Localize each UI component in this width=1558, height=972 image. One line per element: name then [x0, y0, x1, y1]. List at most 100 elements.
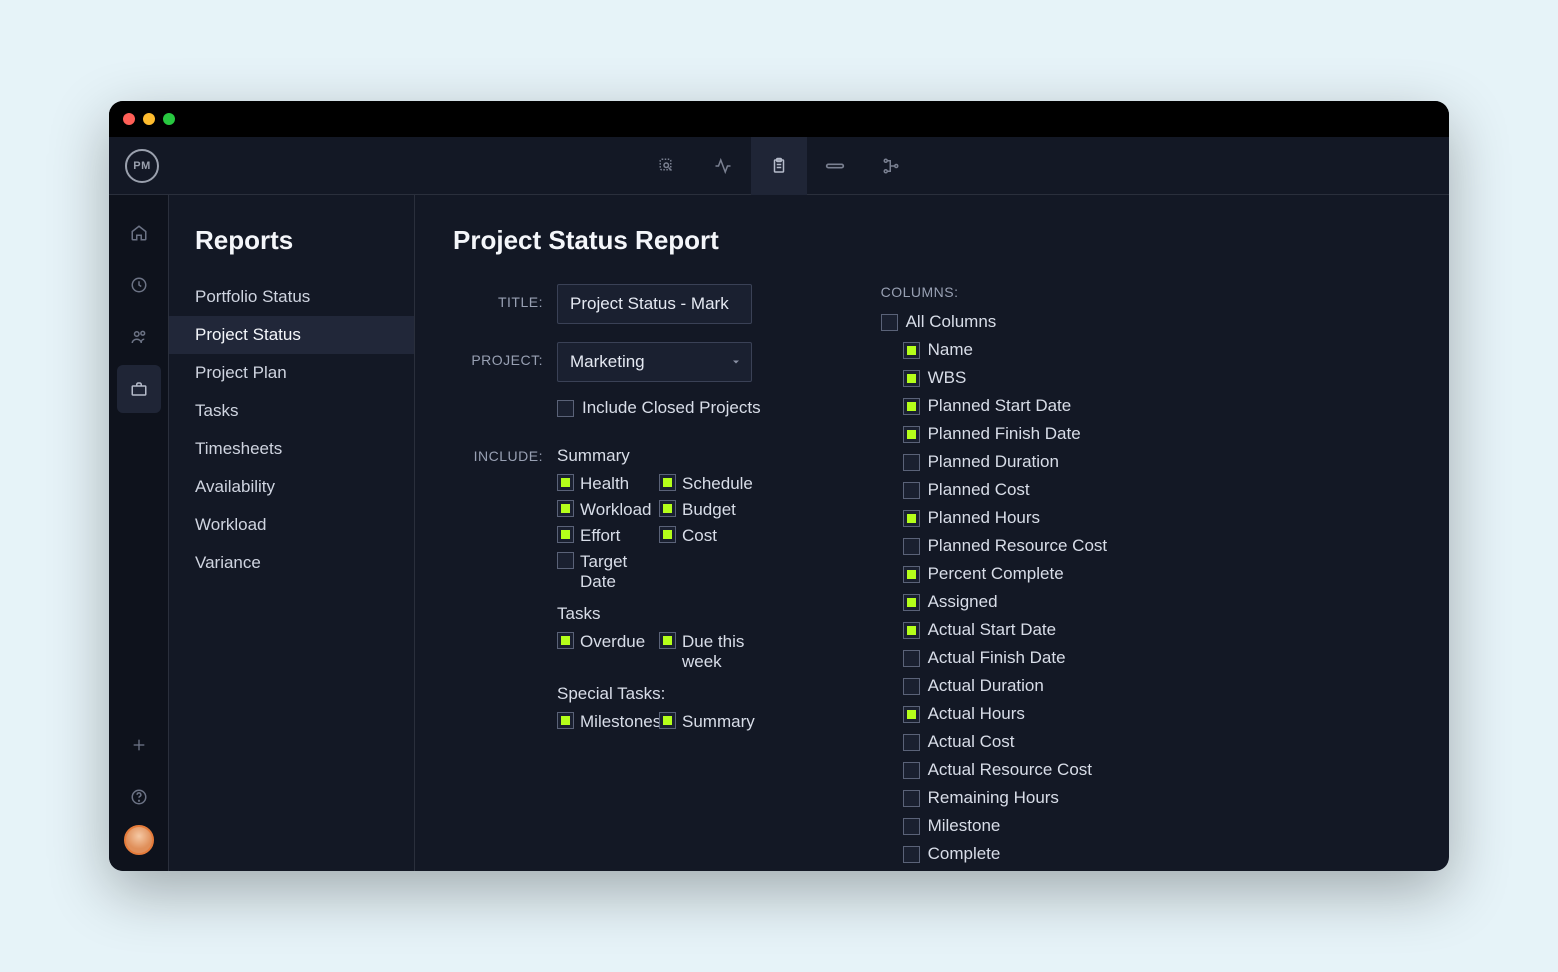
include-label: INCLUDE:: [453, 438, 543, 464]
main-content: Project Status Report TITLE: PROJECT:: [415, 195, 1449, 871]
sidebar-item-project-status[interactable]: Project Status: [169, 316, 414, 354]
top-bar: PM: [109, 137, 1449, 195]
window-titlebar: [109, 101, 1449, 137]
column-checkbox-complete[interactable]: [903, 846, 920, 863]
column-checkbox-actual-resource-cost[interactable]: [903, 762, 920, 779]
column-checkbox-actual-duration[interactable]: [903, 678, 920, 695]
sidebar-item-variance[interactable]: Variance: [169, 544, 414, 582]
summary-checkbox-budget[interactable]: [659, 500, 676, 517]
rail-home-icon[interactable]: [117, 209, 161, 257]
window-minimize-icon[interactable]: [143, 113, 155, 125]
column-checkbox-planned-hours[interactable]: [903, 510, 920, 527]
topnav-hierarchy-icon[interactable]: [863, 137, 919, 195]
rail-clock-icon[interactable]: [117, 261, 161, 309]
rail-avatar[interactable]: [124, 825, 154, 855]
column-checkbox-actual-cost[interactable]: [903, 734, 920, 751]
special-label: Milestones: [580, 712, 661, 732]
column-label: Planned Resource Cost: [928, 536, 1108, 556]
window-zoom-icon[interactable]: [163, 113, 175, 125]
special-checkbox-summary[interactable]: [659, 712, 676, 729]
report-settings-form: TITLE: PROJECT:: [453, 284, 761, 732]
topnav-link-icon[interactable]: [807, 137, 863, 195]
tasks-label: Due this week: [682, 632, 755, 672]
column-checkbox-milestone[interactable]: [903, 818, 920, 835]
column-checkbox-actual-finish-date[interactable]: [903, 650, 920, 667]
app-body: Reports Portfolio StatusProject StatusPr…: [109, 195, 1449, 871]
columns-panel: COLUMNS: All Columns Name WBS Planned Star…: [881, 284, 1141, 866]
column-label: Percent Complete: [928, 564, 1064, 584]
all-columns-label: All Columns: [906, 312, 997, 332]
summary-label: Budget: [682, 500, 736, 520]
all-columns-checkbox[interactable]: [881, 314, 898, 331]
summary-checkbox-target-date[interactable]: [557, 552, 574, 569]
column-checkbox-name[interactable]: [903, 342, 920, 359]
special-checkbox-milestones[interactable]: [557, 712, 574, 729]
include-closed-checkbox[interactable]: [557, 400, 574, 417]
app-window: PM: [109, 101, 1449, 871]
sidebar-item-availability[interactable]: Availability: [169, 468, 414, 506]
column-label: Assigned: [928, 592, 998, 612]
title-label: TITLE:: [453, 284, 543, 310]
column-label: Actual Start Date: [928, 620, 1057, 640]
summary-checkbox-health[interactable]: [557, 474, 574, 491]
rail-people-icon[interactable]: [117, 313, 161, 361]
sidebar-item-project-plan[interactable]: Project Plan: [169, 354, 414, 392]
column-label: Actual Finish Date: [928, 648, 1066, 668]
summary-label: Target Date: [580, 552, 653, 592]
column-checkbox-planned-finish-date[interactable]: [903, 426, 920, 443]
column-label: Actual Resource Cost: [928, 760, 1092, 780]
column-label: Actual Hours: [928, 704, 1025, 724]
column-label: Planned Finish Date: [928, 424, 1081, 444]
topnav-search-icon[interactable]: [639, 137, 695, 195]
topnav-activity-icon[interactable]: [695, 137, 751, 195]
rail-help-icon[interactable]: [117, 773, 161, 821]
top-nav: [639, 137, 919, 195]
summary-checkbox-workload[interactable]: [557, 500, 574, 517]
column-checkbox-planned-resource-cost[interactable]: [903, 538, 920, 555]
summary-label: Cost: [682, 526, 717, 546]
rail-briefcase-icon[interactable]: [117, 365, 161, 413]
summary-checkbox-effort[interactable]: [557, 526, 574, 543]
column-checkbox-planned-duration[interactable]: [903, 454, 920, 471]
tasks-checkbox-due-this-week[interactable]: [659, 632, 676, 649]
column-label: Complete: [928, 844, 1001, 864]
summary-label: Schedule: [682, 474, 753, 494]
project-select[interactable]: [557, 342, 752, 382]
tasks-heading: Tasks: [557, 604, 761, 624]
special-label: Summary: [682, 712, 755, 732]
rail-add-icon[interactable]: [117, 721, 161, 769]
summary-heading: Summary: [557, 446, 761, 466]
column-label: Name: [928, 340, 973, 360]
column-checkbox-wbs[interactable]: [903, 370, 920, 387]
left-rail: [109, 195, 169, 871]
tasks-checkbox-overdue[interactable]: [557, 632, 574, 649]
tasks-label: Overdue: [580, 632, 645, 652]
column-checkbox-actual-start-date[interactable]: [903, 622, 920, 639]
column-label: WBS: [928, 368, 967, 388]
column-checkbox-planned-cost[interactable]: [903, 482, 920, 499]
title-input[interactable]: [557, 284, 752, 324]
sidebar-item-timesheets[interactable]: Timesheets: [169, 430, 414, 468]
topnav-clipboard-icon[interactable]: [751, 137, 807, 195]
column-label: Actual Duration: [928, 676, 1044, 696]
reports-sidebar: Reports Portfolio StatusProject StatusPr…: [169, 195, 415, 871]
columns-label: COLUMNS:: [881, 284, 1141, 300]
window-close-icon[interactable]: [123, 113, 135, 125]
sidebar-item-portfolio-status[interactable]: Portfolio Status: [169, 278, 414, 316]
column-label: Planned Hours: [928, 508, 1040, 528]
summary-checkbox-cost[interactable]: [659, 526, 676, 543]
column-checkbox-percent-complete[interactable]: [903, 566, 920, 583]
include-closed-label: Include Closed Projects: [582, 398, 761, 418]
column-checkbox-planned-start-date[interactable]: [903, 398, 920, 415]
app-logo[interactable]: PM: [125, 149, 159, 183]
sidebar-item-tasks[interactable]: Tasks: [169, 392, 414, 430]
column-label: Planned Start Date: [928, 396, 1072, 416]
summary-label: Effort: [580, 526, 620, 546]
summary-checkbox-schedule[interactable]: [659, 474, 676, 491]
sidebar-title: Reports: [169, 225, 414, 278]
column-label: Milestone: [928, 816, 1001, 836]
column-checkbox-assigned[interactable]: [903, 594, 920, 611]
column-checkbox-actual-hours[interactable]: [903, 706, 920, 723]
sidebar-item-workload[interactable]: Workload: [169, 506, 414, 544]
column-checkbox-remaining-hours[interactable]: [903, 790, 920, 807]
